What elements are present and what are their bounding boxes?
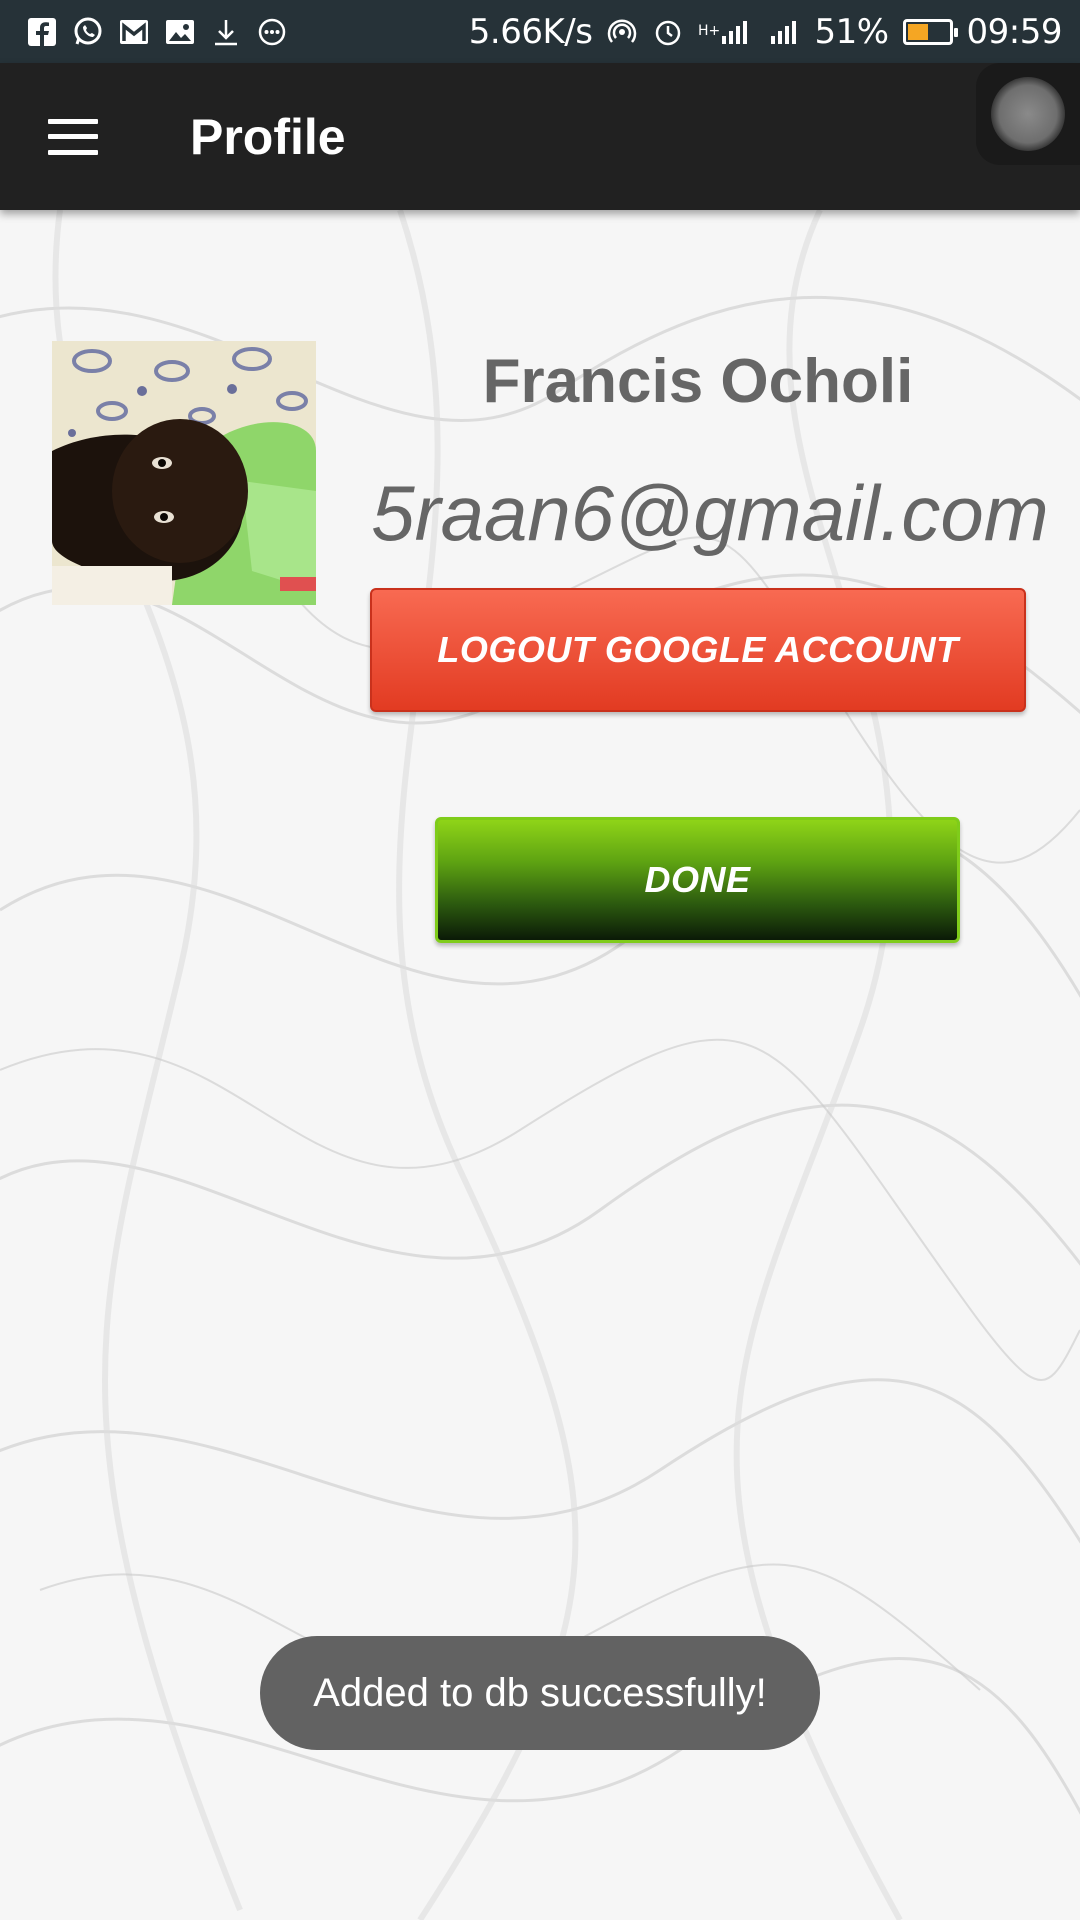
toast-message: Added to db successfully! <box>260 1636 820 1750</box>
user-name: Francis Ocholi <box>482 347 914 416</box>
user-email: 5raan6@gmail.com <box>371 469 1049 557</box>
status-bar: 5.66K/s H+ 51% 09:59 <box>0 0 1080 63</box>
app-bar: Profile <box>0 63 1080 210</box>
assistive-ball-icon <box>991 77 1065 151</box>
clock: 09:59 <box>966 11 1063 52</box>
gallery-icon <box>164 16 196 48</box>
battery-level <box>907 23 928 40</box>
h-plus-signal-icon: H+ <box>698 16 754 48</box>
network-speed: 5.66K/s <box>468 11 593 52</box>
profile-content: Francis Ocholi 5raan6@gmail.com LOGOUT G… <box>0 210 1080 1920</box>
status-bar-notifications <box>26 16 288 48</box>
whatsapp-icon <box>72 16 104 48</box>
battery-percent: 51% <box>814 11 889 52</box>
signal-icon <box>768 16 800 48</box>
status-bar-system: 5.66K/s H+ 51% 09:59 <box>468 11 1063 52</box>
hamburger-menu-icon[interactable] <box>48 118 98 155</box>
hotspot-icon <box>606 16 638 48</box>
facebook-icon <box>26 16 58 48</box>
download-icon <box>210 16 242 48</box>
avatar <box>52 341 316 605</box>
alarm-icon <box>652 16 684 48</box>
logout-google-button[interactable]: LOGOUT GOOGLE ACCOUNT <box>370 588 1026 712</box>
battery-icon <box>902 18 958 45</box>
gmail-icon <box>118 16 150 48</box>
floating-assistive-button[interactable] <box>976 63 1080 165</box>
page-title: Profile <box>190 108 346 165</box>
svg-text:H+: H+ <box>698 23 720 39</box>
more-icon <box>256 16 288 48</box>
done-button[interactable]: DONE <box>435 817 960 943</box>
